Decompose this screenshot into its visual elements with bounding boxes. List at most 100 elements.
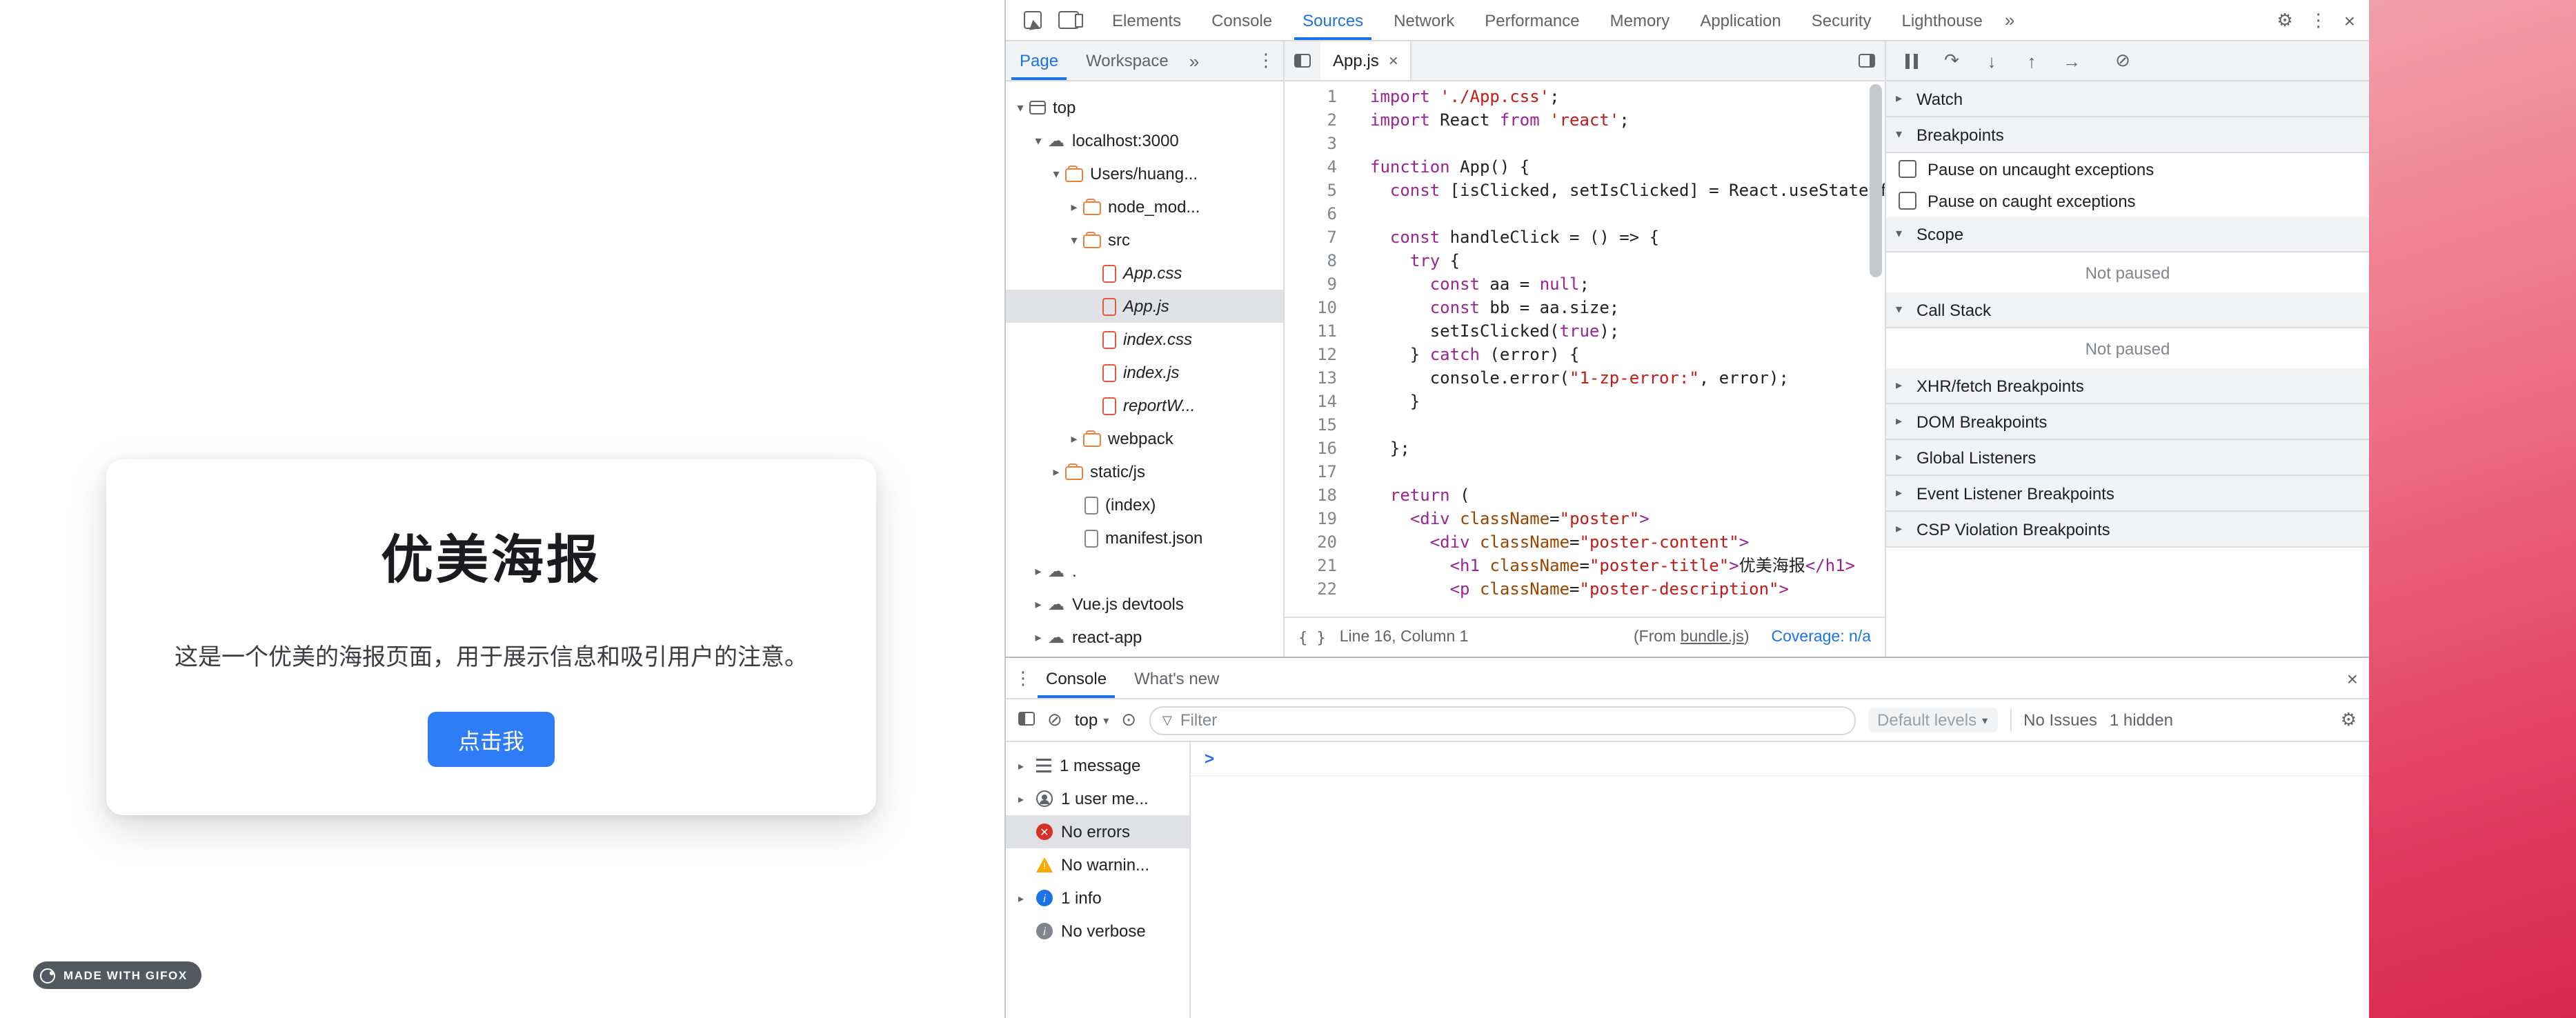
line-number[interactable]: 5: [1285, 179, 1351, 203]
editor-tab-appjs[interactable]: App.js ×: [1320, 41, 1412, 80]
tab-memory[interactable]: Memory: [1595, 0, 1685, 40]
line-number[interactable]: 20: [1285, 531, 1351, 555]
console-prompt-row[interactable]: >: [1191, 742, 2369, 777]
toggle-debugger-sidebar-button[interactable]: [1849, 41, 1885, 80]
console-sidebar-toggle-button[interactable]: [1018, 710, 1035, 730]
line-number[interactable]: 11: [1285, 320, 1351, 343]
tree-item-vue-js-devtools[interactable]: ▸☁Vue.js devtools: [1006, 588, 1283, 621]
editor-scrollbar[interactable]: [1870, 84, 1882, 277]
tree-item-react-app[interactable]: ▸☁react-app: [1006, 621, 1283, 654]
tree-item-users-huang[interactable]: ▾Users/huang...: [1006, 157, 1283, 190]
tree-item-manifest-json[interactable]: manifest.json: [1006, 521, 1283, 555]
section-xhr-fetch-breakpoints[interactable]: ▸XHR/fetch Breakpoints: [1886, 368, 2369, 404]
disclosure-closed-icon[interactable]: ▸: [1029, 563, 1047, 579]
tree-item-reportw[interactable]: reportW...: [1006, 389, 1283, 422]
tree-item-index[interactable]: (index): [1006, 488, 1283, 521]
line-number[interactable]: 9: [1285, 273, 1351, 297]
console-messages-area[interactable]: >: [1191, 742, 2369, 1018]
console-filter-1-message[interactable]: ▸1 message: [1006, 749, 1189, 782]
line-number[interactable]: 22: [1285, 578, 1351, 601]
disclosure-closed-icon[interactable]: ▸: [1014, 759, 1028, 772]
close-tab-icon[interactable]: ×: [1389, 51, 1398, 70]
line-number[interactable]: 2: [1285, 109, 1351, 132]
disclosure-open-icon[interactable]: ▾: [1065, 232, 1083, 248]
line-number[interactable]: 6: [1285, 203, 1351, 226]
step-over-button[interactable]: ↷: [1932, 50, 1972, 72]
section-dom-breakpoints[interactable]: ▸DOM Breakpoints: [1886, 404, 2369, 440]
tab-performance[interactable]: Performance: [1469, 0, 1594, 40]
section-watch[interactable]: ▸Watch: [1886, 81, 2369, 117]
pause-on-uncaught-exceptions-checkbox[interactable]: [1899, 160, 1916, 178]
clear-console-button[interactable]: ⊘: [1047, 709, 1062, 731]
tab-application[interactable]: Application: [1685, 0, 1796, 40]
line-number[interactable]: 14: [1285, 390, 1351, 414]
section-global-listeners[interactable]: ▸Global Listeners: [1886, 440, 2369, 476]
settings-gear-icon[interactable]: ⚙: [2277, 9, 2292, 31]
device-toolbar-button[interactable]: [1050, 11, 1086, 29]
live-expression-button[interactable]: ⊙: [1121, 709, 1136, 731]
bundle-link[interactable]: bundle.js: [1681, 629, 1744, 646]
disclosure-closed-icon[interactable]: ▸: [1029, 597, 1047, 612]
line-number[interactable]: 12: [1285, 343, 1351, 367]
section-event-listener-breakpoints[interactable]: ▸Event Listener Breakpoints: [1886, 476, 2369, 512]
close-drawer-icon[interactable]: ×: [2347, 667, 2358, 689]
console-filter-no-warnin[interactable]: !No warnin...: [1006, 848, 1189, 881]
tree-item-app-css[interactable]: App.css: [1006, 257, 1283, 290]
disclosure-closed-icon[interactable]: ▸: [1014, 792, 1028, 805]
tree-item-static-js[interactable]: ▸static/js: [1006, 455, 1283, 488]
line-number[interactable]: 1: [1285, 86, 1351, 109]
disclosure-open-icon[interactable]: ▾: [1011, 100, 1029, 115]
tab-lighthouse[interactable]: Lighthouse: [1886, 0, 1997, 40]
coverage-link[interactable]: Coverage: n/a: [1772, 629, 1872, 646]
disclosure-closed-icon[interactable]: ▸: [1047, 464, 1065, 479]
line-number[interactable]: 19: [1285, 508, 1351, 531]
more-navigator-tabs-button[interactable]: »: [1182, 50, 1206, 71]
tab-console-drawer[interactable]: Console: [1032, 658, 1120, 698]
line-number[interactable]: 3: [1285, 132, 1351, 156]
close-devtools-icon[interactable]: ×: [2344, 9, 2355, 31]
tab-console[interactable]: Console: [1196, 0, 1287, 40]
disclosure-closed-icon[interactable]: ▸: [1065, 199, 1083, 214]
line-number[interactable]: 17: [1285, 461, 1351, 484]
deactivate-breakpoints-button[interactable]: ⊘: [2103, 50, 2143, 72]
tab-security[interactable]: Security: [1796, 0, 1887, 40]
tree-item-localhost-3000[interactable]: ▾☁localhost:3000: [1006, 124, 1283, 157]
section-scope[interactable]: ▾Scope: [1886, 217, 2369, 252]
tree-item-index-css[interactable]: index.css: [1006, 323, 1283, 356]
more-panels-button[interactable]: »: [1998, 10, 2021, 30]
disclosure-closed-icon[interactable]: ▸: [1014, 892, 1028, 904]
tree-item-index-js[interactable]: index.js: [1006, 356, 1283, 389]
line-number[interactable]: 16: [1285, 437, 1351, 461]
tree-item-node-mod[interactable]: ▸node_mod...: [1006, 190, 1283, 223]
drawer-menu-icon[interactable]: ⋮: [1014, 667, 1032, 689]
console-filter-1-user-me[interactable]: ▸1 user me...: [1006, 782, 1189, 815]
console-filter-no-errors[interactable]: ✕No errors: [1006, 815, 1189, 848]
section-call-stack[interactable]: ▾Call Stack: [1886, 292, 2369, 328]
tree-item-src[interactable]: ▾src: [1006, 223, 1283, 257]
line-number[interactable]: 7: [1285, 226, 1351, 250]
tab-elements[interactable]: Elements: [1097, 0, 1196, 40]
console-filter-no-verbose[interactable]: iNo verbose: [1006, 915, 1189, 948]
disclosure-closed-icon[interactable]: ▸: [1029, 630, 1047, 645]
console-filter-1-info[interactable]: ▸i1 info: [1006, 881, 1189, 915]
step-button[interactable]: →: [2052, 50, 2092, 71]
tab-workspace[interactable]: Workspace: [1072, 41, 1182, 80]
tab-sources[interactable]: Sources: [1287, 0, 1378, 40]
tree-item-webpack[interactable]: ▸webpack: [1006, 422, 1283, 455]
disclosure-open-icon[interactable]: ▾: [1047, 166, 1065, 181]
hidden-messages-label[interactable]: 1 hidden: [2110, 710, 2173, 730]
tree-item-app-js[interactable]: App.js: [1006, 290, 1283, 323]
line-number[interactable]: 10: [1285, 297, 1351, 320]
code-editor[interactable]: 1import './App.css';2import React from '…: [1285, 81, 1885, 617]
tree-item-item[interactable]: ▸☁.: [1006, 555, 1283, 588]
console-settings-icon[interactable]: ⚙: [2341, 709, 2357, 731]
toggle-navigator-button[interactable]: [1285, 41, 1320, 80]
no-issues-label[interactable]: No Issues: [2023, 710, 2097, 730]
section-breakpoints[interactable]: ▾Breakpoints: [1886, 117, 2369, 153]
disclosure-open-icon[interactable]: ▾: [1029, 133, 1047, 148]
gifox-badge[interactable]: MADE WITH GIFOX: [33, 961, 201, 989]
more-options-icon[interactable]: ⋮: [2310, 9, 2328, 31]
pause-resume-button[interactable]: [1892, 53, 1932, 68]
line-number[interactable]: 13: [1285, 367, 1351, 390]
line-number[interactable]: 15: [1285, 414, 1351, 437]
